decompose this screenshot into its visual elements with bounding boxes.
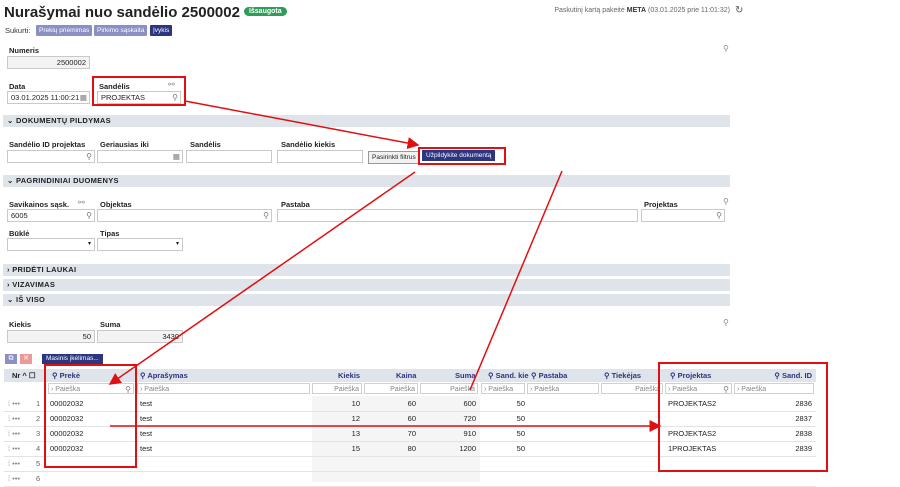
arrow-fill-to-grid — [469, 170, 563, 391]
arrow-warehouse-to-fill — [184, 100, 420, 149]
arrow-fill-to-item — [108, 171, 416, 385]
annotation-arrows — [108, 100, 662, 432]
